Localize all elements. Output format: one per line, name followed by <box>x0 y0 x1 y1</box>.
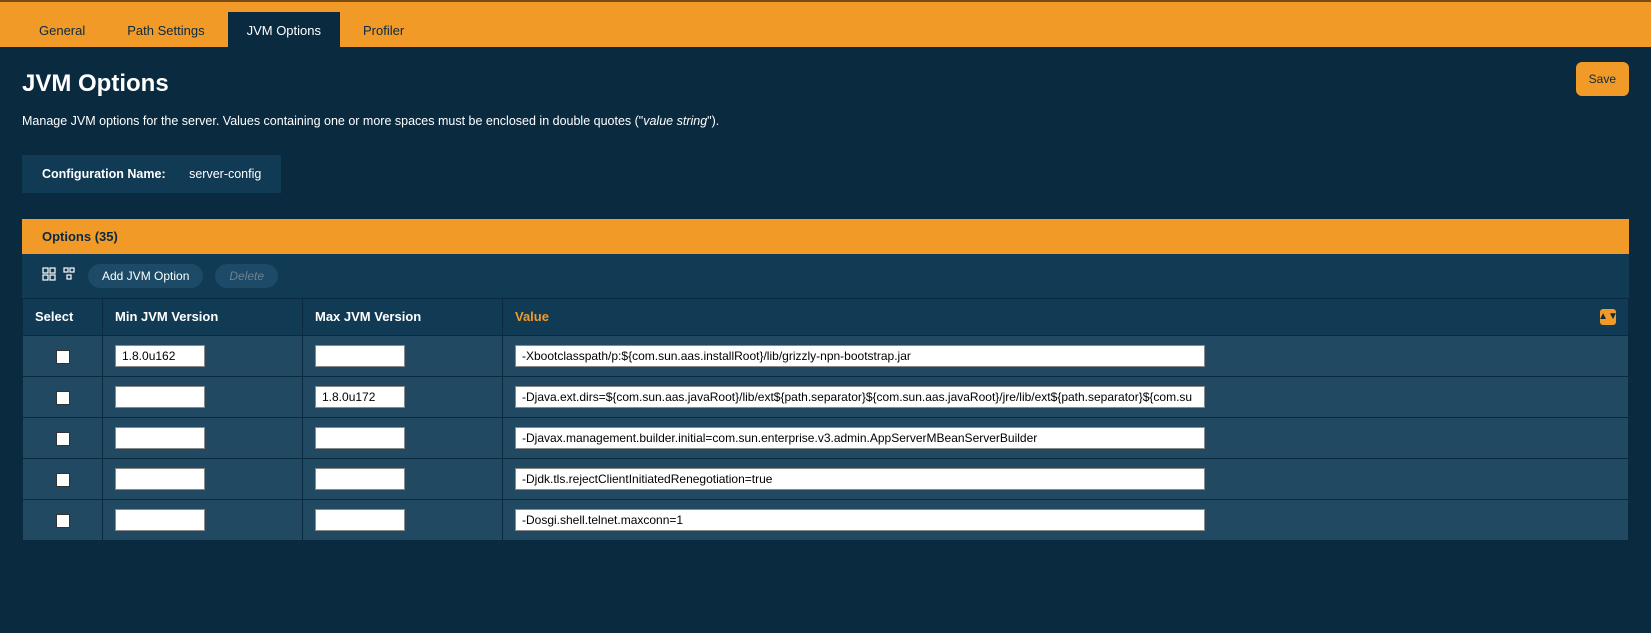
tab-bar: General Path Settings JVM Options Profil… <box>0 0 1651 48</box>
tab-jvm-options[interactable]: JVM Options <box>228 12 340 47</box>
sort-icon[interactable]: ▲▼ <box>1600 309 1616 325</box>
row-select-checkbox[interactable] <box>56 391 70 405</box>
table-title: Options (35) <box>22 219 1629 254</box>
row-select-checkbox[interactable] <box>56 514 70 528</box>
max-jvm-version-input[interactable] <box>315 345 405 367</box>
table-row <box>23 458 1629 499</box>
max-jvm-version-input[interactable] <box>315 386 405 408</box>
col-header-max[interactable]: Max JVM Version <box>303 298 503 335</box>
config-name-bar: Configuration Name: server-config <box>22 155 281 193</box>
max-jvm-version-input[interactable] <box>315 427 405 449</box>
value-input[interactable] <box>515 509 1205 531</box>
tab-general[interactable]: General <box>20 12 104 47</box>
max-jvm-version-input[interactable] <box>315 509 405 531</box>
value-input[interactable] <box>515 427 1205 449</box>
min-jvm-version-input[interactable] <box>115 386 205 408</box>
add-jvm-option-button[interactable]: Add JVM Option <box>88 264 203 288</box>
min-jvm-version-input[interactable] <box>115 468 205 490</box>
page-description: Manage JVM options for the server. Value… <box>22 112 1629 131</box>
delete-button[interactable]: Delete <box>215 264 278 288</box>
table-row <box>23 417 1629 458</box>
table-row <box>23 376 1629 417</box>
tab-profiler[interactable]: Profiler <box>344 12 423 47</box>
min-jvm-version-input[interactable] <box>115 427 205 449</box>
options-table: Select Min JVM Version Max JVM Version V… <box>22 298 1629 541</box>
min-jvm-version-input[interactable] <box>115 509 205 531</box>
save-button[interactable]: Save <box>1576 62 1629 96</box>
table-toolbar: Add JVM Option Delete <box>22 254 1629 298</box>
select-none-icon[interactable] <box>62 267 76 284</box>
view-toggles <box>42 267 76 284</box>
col-header-min[interactable]: Min JVM Version <box>103 298 303 335</box>
value-input[interactable] <box>515 386 1205 408</box>
col-header-select: Select <box>23 298 103 335</box>
col-header-value[interactable]: Value ▲▼ <box>503 298 1629 335</box>
value-input[interactable] <box>515 345 1205 367</box>
row-select-checkbox[interactable] <box>56 432 70 446</box>
tab-path-settings[interactable]: Path Settings <box>108 12 223 47</box>
table-row <box>23 335 1629 376</box>
config-name-label: Configuration Name: <box>42 167 166 181</box>
max-jvm-version-input[interactable] <box>315 468 405 490</box>
table-row <box>23 499 1629 540</box>
page-title: JVM Options <box>22 70 1629 98</box>
select-all-icon[interactable] <box>42 267 56 284</box>
min-jvm-version-input[interactable] <box>115 345 205 367</box>
row-select-checkbox[interactable] <box>56 350 70 364</box>
value-input[interactable] <box>515 468 1205 490</box>
row-select-checkbox[interactable] <box>56 473 70 487</box>
config-name-value: server-config <box>189 167 261 181</box>
main-content: Save JVM Options Manage JVM options for … <box>0 48 1651 541</box>
